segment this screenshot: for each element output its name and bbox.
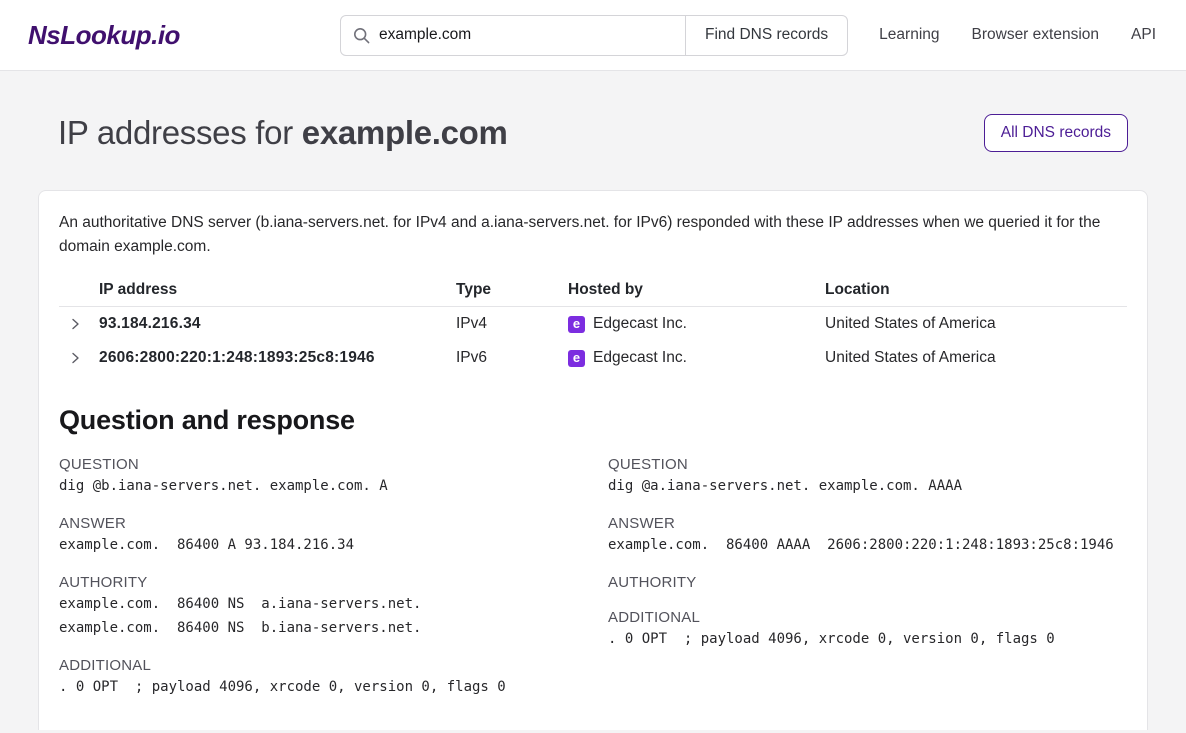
dns-section-additional: ADDITIONAL . 0 OPT ; payload 4096, xrcode… bbox=[59, 657, 578, 698]
chevron-right-icon bbox=[68, 317, 82, 331]
ip-address-table: IP address Type Hosted by Location 93.18… bbox=[59, 274, 1127, 375]
question-response-column-1: QUESTION dig @b.iana-servers.net. example… bbox=[59, 438, 578, 698]
hosted-by-cell: e Edgecast Inc. bbox=[568, 315, 825, 333]
result-description: An authoritative DNS server (b.iana-serv… bbox=[59, 211, 1127, 259]
expand-cell bbox=[59, 315, 99, 333]
site-header: NsLookup.io Find DNS records Learning Br… bbox=[0, 0, 1186, 71]
question-response-column-2: QUESTION dig @a.iana-servers.net. example… bbox=[608, 438, 1127, 698]
expand-cell bbox=[59, 349, 99, 367]
question-response-columns: QUESTION dig @b.iana-servers.net. example… bbox=[59, 438, 1127, 698]
dns-section-label: AUTHORITY bbox=[59, 574, 578, 591]
host-name: Edgecast Inc. bbox=[593, 349, 687, 367]
col-header-type: Type bbox=[456, 281, 568, 299]
page-title: IP addresses for example.com bbox=[58, 114, 508, 152]
search-icon bbox=[353, 27, 370, 44]
dns-section-question: QUESTION dig @a.iana-servers.net. example… bbox=[608, 456, 1127, 497]
table-header-row: IP address Type Hosted by Location bbox=[59, 274, 1127, 307]
nav-api[interactable]: API bbox=[1131, 26, 1156, 44]
ip-address-cell: 93.184.216.34 bbox=[99, 315, 456, 333]
col-header-hosted-by: Hosted by bbox=[568, 281, 825, 299]
dns-section-additional: ADDITIONAL . 0 OPT ; payload 4096, xrcode… bbox=[608, 609, 1127, 650]
search-box[interactable] bbox=[340, 15, 686, 56]
dns-section-label: ADDITIONAL bbox=[59, 657, 578, 674]
table-body: 93.184.216.34IPv4e Edgecast Inc. United St… bbox=[59, 307, 1127, 375]
dns-record-line: dig @b.iana-servers.net. example.com. A bbox=[59, 476, 578, 497]
col-header-location: Location bbox=[825, 281, 1127, 299]
edgecast-icon: e bbox=[568, 350, 585, 367]
page-title-domain: example.com bbox=[302, 114, 508, 151]
location-cell: United States of America bbox=[825, 349, 1127, 367]
dns-section-answer: ANSWER example.com. 86400 A 93.184.216.34 bbox=[59, 515, 578, 556]
main-nav: Learning Browser extension API bbox=[879, 26, 1156, 44]
dns-section-authority: AUTHORITY example.com. 86400 NS a.iana-se… bbox=[59, 574, 578, 639]
dns-section-authority: AUTHORITY bbox=[608, 574, 1127, 591]
nav-browser-extension[interactable]: Browser extension bbox=[972, 26, 1100, 44]
dns-search-group: Find DNS records bbox=[340, 15, 848, 56]
host-name: Edgecast Inc. bbox=[593, 315, 687, 333]
expand-row-button[interactable] bbox=[66, 315, 84, 333]
table-row[interactable]: 93.184.216.34IPv4e Edgecast Inc. United St… bbox=[59, 307, 1127, 341]
dns-record-line: . 0 OPT ; payload 4096, xrcode 0, versio… bbox=[59, 677, 578, 698]
type-cell: IPv6 bbox=[456, 349, 568, 367]
dns-record-line: dig @a.iana-servers.net. example.com. AA… bbox=[608, 476, 1127, 497]
dns-section-answer: ANSWER example.com. 86400 AAAA 2606:2800:… bbox=[608, 515, 1127, 556]
dns-record-line: example.com. 86400 AAAA 2606:2800:220:1:… bbox=[608, 535, 1127, 556]
domain-search-input[interactable] bbox=[379, 26, 675, 44]
dns-section-label: AUTHORITY bbox=[608, 574, 1127, 591]
title-row: IP addresses for example.com All DNS rec… bbox=[38, 114, 1148, 152]
find-dns-records-button[interactable]: Find DNS records bbox=[685, 15, 848, 56]
dns-record-line: example.com. 86400 A 93.184.216.34 bbox=[59, 535, 578, 556]
main-content: IP addresses for example.com All DNS rec… bbox=[0, 114, 1186, 730]
hosted-by-cell: e Edgecast Inc. bbox=[568, 349, 825, 367]
dns-section-label: ANSWER bbox=[59, 515, 578, 532]
dns-section-label: QUESTION bbox=[608, 456, 1127, 473]
dns-record-line: example.com. 86400 NS a.iana-servers.net… bbox=[59, 594, 578, 615]
edgecast-icon: e bbox=[568, 316, 585, 333]
page-title-prefix: IP addresses for bbox=[58, 114, 302, 151]
col-header-ip-address: IP address bbox=[99, 281, 456, 299]
dns-section-label: ANSWER bbox=[608, 515, 1127, 532]
expand-row-button[interactable] bbox=[66, 349, 84, 367]
all-dns-records-button[interactable]: All DNS records bbox=[984, 114, 1128, 152]
location-cell: United States of America bbox=[825, 315, 1127, 333]
logo[interactable]: NsLookup.io bbox=[28, 20, 180, 51]
ip-address-cell: 2606:2800:220:1:248:1893:25c8:1946 bbox=[99, 349, 456, 367]
dns-record-line: example.com. 86400 NS b.iana-servers.net… bbox=[59, 618, 578, 639]
dns-record-line: . 0 OPT ; payload 4096, xrcode 0, versio… bbox=[608, 629, 1127, 650]
question-response-heading: Question and response bbox=[59, 405, 1127, 436]
results-card: An authoritative DNS server (b.iana-serv… bbox=[38, 190, 1148, 730]
type-cell: IPv4 bbox=[456, 315, 568, 333]
dns-section-label: QUESTION bbox=[59, 456, 578, 473]
dns-section-label: ADDITIONAL bbox=[608, 609, 1127, 626]
nav-learning[interactable]: Learning bbox=[879, 26, 939, 44]
table-row[interactable]: 2606:2800:220:1:248:1893:25c8:1946IPv6eE… bbox=[59, 341, 1127, 375]
chevron-right-icon bbox=[68, 351, 82, 365]
dns-section-question: QUESTION dig @b.iana-servers.net. example… bbox=[59, 456, 578, 497]
